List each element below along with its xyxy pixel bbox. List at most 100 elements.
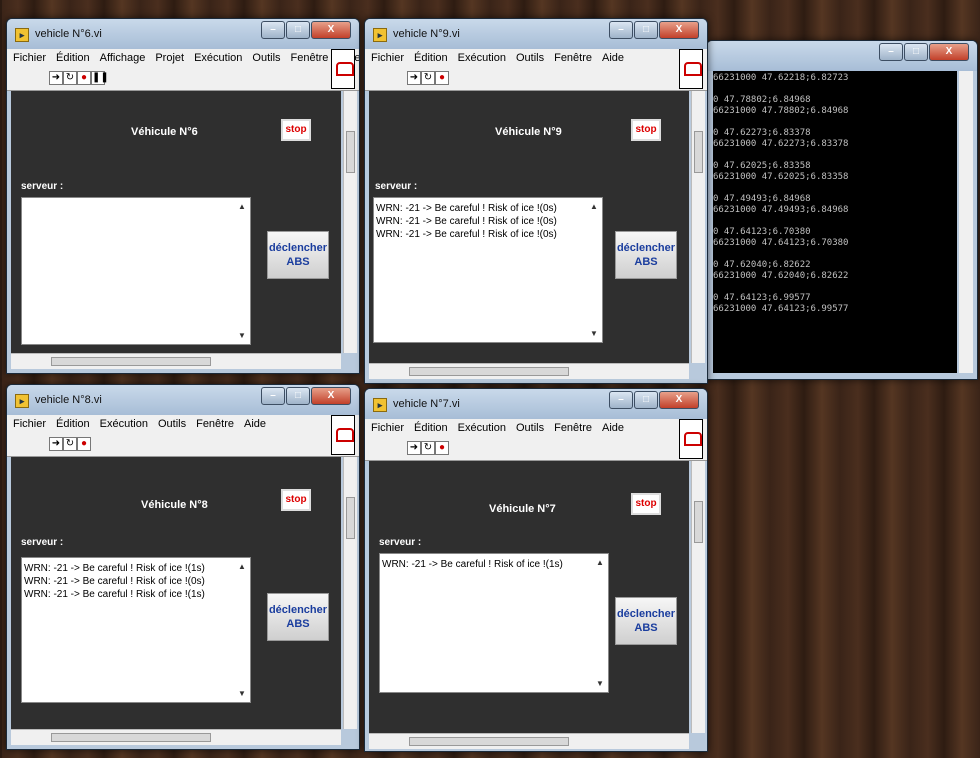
- menu-item-fenêtre[interactable]: Fenêtre: [196, 418, 234, 430]
- vehicle-7-window[interactable]: ▸ vehicle N°7.vi – □ X Fichier Édition Exécutio…: [364, 388, 708, 752]
- abort-icon[interactable]: ●: [77, 437, 91, 451]
- vehicle-8-window[interactable]: ▸ vehicle N°8.vi – □ X Fichier Édition Exécutio…: [6, 384, 360, 750]
- menu-item-outils[interactable]: Outils: [516, 422, 544, 434]
- stop-button[interactable]: stop: [631, 119, 661, 141]
- close-button[interactable]: X: [311, 21, 351, 39]
- server-messages[interactable]: WRN: -21 -> Be careful ! Risk of ice !(1…: [21, 557, 251, 703]
- scroll-thumb[interactable]: [346, 131, 355, 173]
- minimize-button[interactable]: –: [879, 43, 903, 61]
- menu-item-édition[interactable]: Édition: [414, 52, 448, 64]
- horizontal-scrollbar[interactable]: [369, 363, 689, 379]
- menu-item-édition[interactable]: Édition: [56, 52, 90, 64]
- stop-button[interactable]: stop: [281, 119, 311, 141]
- menu-item-fichier[interactable]: Fichier: [371, 52, 404, 64]
- maximize-button[interactable]: □: [286, 21, 310, 39]
- menu-item-fenêtre[interactable]: Fenêtre: [554, 52, 592, 64]
- stop-button[interactable]: stop: [631, 493, 661, 515]
- run-arrow-icon[interactable]: ➜: [49, 437, 63, 451]
- minimize-button[interactable]: –: [261, 21, 285, 39]
- menu-item-édition[interactable]: Édition: [414, 422, 448, 434]
- run-arrow-icon[interactable]: ➜: [407, 71, 421, 85]
- message-scrollbar[interactable]: ▲ ▼: [596, 556, 606, 690]
- server-messages[interactable]: WRN: -21 -> Be careful ! Risk of ice !(1…: [379, 553, 609, 693]
- menu-item-outils[interactable]: Outils: [516, 52, 544, 64]
- message-scrollbar[interactable]: ▲ ▼: [590, 200, 600, 340]
- close-button[interactable]: X: [659, 21, 699, 39]
- maximize-button[interactable]: □: [634, 21, 658, 39]
- vertical-scrollbar[interactable]: [691, 461, 705, 733]
- menu-item-fenêtre[interactable]: Fenêtre: [291, 52, 329, 64]
- menu-item-aide[interactable]: Aide: [602, 52, 624, 64]
- trigger-abs-button[interactable]: déclencher ABS: [267, 231, 329, 279]
- titlebar[interactable]: ▸ vehicle N°8.vi – □ X: [7, 385, 359, 415]
- menu-item-fichier[interactable]: Fichier: [371, 422, 404, 434]
- message-scrollbar[interactable]: ▲ ▼: [238, 200, 248, 342]
- close-button[interactable]: X: [659, 391, 699, 409]
- vehicle-6-window[interactable]: ▸ vehicle N°6.vi – □ X Fichier Édition Affichag…: [6, 18, 360, 374]
- minimize-button[interactable]: –: [609, 391, 633, 409]
- maximize-button[interactable]: □: [634, 391, 658, 409]
- menu-item-exécution[interactable]: Exécution: [458, 52, 506, 64]
- menu-item-exécution[interactable]: Exécution: [194, 52, 242, 64]
- run-continuous-icon[interactable]: ↻: [63, 71, 77, 85]
- trigger-abs-button[interactable]: déclencher ABS: [615, 231, 677, 279]
- run-continuous-icon[interactable]: ↻: [421, 71, 435, 85]
- scroll-thumb[interactable]: [694, 501, 703, 543]
- server-messages[interactable]: ▲ ▼: [21, 197, 251, 345]
- menu-item-édition[interactable]: Édition: [56, 418, 90, 430]
- run-continuous-icon[interactable]: ↻: [421, 441, 435, 455]
- horizontal-scrollbar[interactable]: [11, 353, 341, 369]
- vehicle-9-window[interactable]: ▸ vehicle N°9.vi – □ X Fichier Édition Exécutio…: [364, 18, 708, 384]
- menu-item-aide[interactable]: Aide: [602, 422, 624, 434]
- menu-item-outils[interactable]: Outils: [158, 418, 186, 430]
- console-window[interactable]: – □ X 66231000 47.62218;6.82723 0 47.788…: [706, 40, 978, 380]
- menu-item-exécution[interactable]: Exécution: [458, 422, 506, 434]
- close-button[interactable]: X: [929, 43, 969, 61]
- menu-item-exécution[interactable]: Exécution: [100, 418, 148, 430]
- vertical-scrollbar[interactable]: [691, 91, 705, 363]
- maximize-button[interactable]: □: [286, 387, 310, 405]
- run-arrow-icon[interactable]: ➜: [49, 71, 63, 85]
- menu-item-aide[interactable]: Aide: [244, 418, 266, 430]
- minimize-button[interactable]: –: [609, 21, 633, 39]
- abort-icon[interactable]: ●: [435, 71, 449, 85]
- titlebar[interactable]: ▸ vehicle N°6.vi – □ X: [7, 19, 359, 49]
- server-messages[interactable]: WRN: -21 -> Be careful ! Risk of ice !(0…: [373, 197, 603, 343]
- titlebar[interactable]: ▸ vehicle N°7.vi – □ X: [365, 389, 707, 419]
- scroll-thumb[interactable]: [51, 733, 211, 742]
- maximize-button[interactable]: □: [904, 43, 928, 61]
- trigger-abs-button[interactable]: déclencher ABS: [615, 597, 677, 645]
- scroll-thumb[interactable]: [51, 357, 211, 366]
- vehicle-title: Véhicule N°6: [131, 126, 198, 138]
- message-scrollbar[interactable]: ▲ ▼: [238, 560, 248, 700]
- minimize-button[interactable]: –: [261, 387, 285, 405]
- horizontal-scrollbar[interactable]: [369, 733, 689, 749]
- scroll-thumb[interactable]: [409, 367, 569, 376]
- run-arrow-icon[interactable]: ➜: [407, 441, 421, 455]
- run-continuous-icon[interactable]: ↻: [63, 437, 77, 451]
- abort-icon[interactable]: ●: [77, 71, 91, 85]
- vertical-scrollbar[interactable]: [343, 91, 357, 353]
- menu-item-projet[interactable]: Projet: [155, 52, 184, 64]
- console-titlebar[interactable]: – □ X: [707, 41, 977, 71]
- console-scrollbar[interactable]: [959, 71, 973, 373]
- menu-item-affichage[interactable]: Affichage: [100, 52, 146, 64]
- pause-icon[interactable]: ❚❚: [91, 71, 109, 85]
- menu-item-fichier[interactable]: Fichier: [13, 52, 46, 64]
- menu-item-fichier[interactable]: Fichier: [13, 418, 46, 430]
- message-line: WRN: -21 -> Be careful ! Risk of ice !(1…: [24, 589, 205, 600]
- scroll-thumb[interactable]: [409, 737, 569, 746]
- abort-icon[interactable]: ●: [435, 441, 449, 455]
- scroll-thumb[interactable]: [694, 131, 703, 173]
- horizontal-scrollbar[interactable]: [11, 729, 341, 745]
- stop-button[interactable]: stop: [281, 489, 311, 511]
- console-line: 66231000 47.64123;6.70380: [713, 238, 849, 248]
- scroll-thumb[interactable]: [346, 497, 355, 539]
- menu-item-fenêtre[interactable]: Fenêtre: [554, 422, 592, 434]
- menu-item-outils[interactable]: Outils: [252, 52, 280, 64]
- close-button[interactable]: X: [311, 387, 351, 405]
- abs-label-line1: déclencher: [616, 608, 676, 620]
- titlebar[interactable]: ▸ vehicle N°9.vi – □ X: [365, 19, 707, 49]
- vertical-scrollbar[interactable]: [343, 457, 357, 729]
- trigger-abs-button[interactable]: déclencher ABS: [267, 593, 329, 641]
